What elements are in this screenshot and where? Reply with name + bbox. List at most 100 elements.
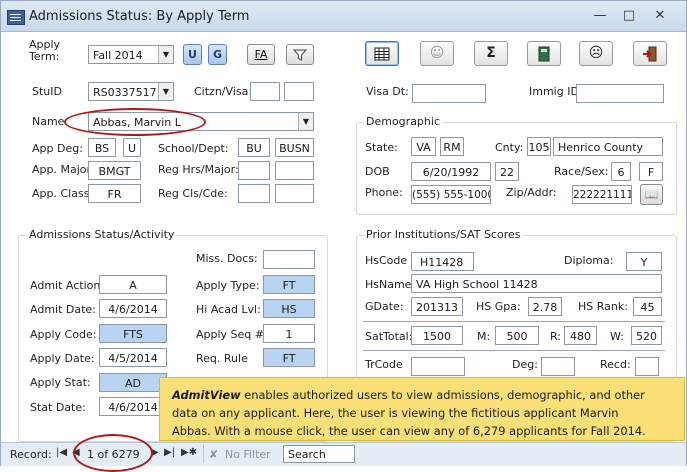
admissions-status-window: Admissions Status: By Apply Term — □ ✕ A… (0, 0, 687, 472)
sad-button[interactable]: ☹ (579, 41, 613, 66)
happy-button[interactable]: ☺ (420, 41, 454, 66)
admit-date-field[interactable]: 4/6/2014 (99, 299, 167, 318)
region-field[interactable]: RM (440, 137, 464, 156)
record-label: Record: (10, 448, 52, 461)
notes-button[interactable] (527, 41, 561, 66)
chevron-down-icon[interactable]: ▼ (298, 113, 313, 130)
deg-field[interactable] (541, 357, 575, 376)
recd-field[interactable] (635, 357, 659, 376)
app-major-field[interactable]: BMGT (88, 161, 141, 180)
sat-divider (363, 321, 665, 322)
totals-button[interactable]: Σ (474, 41, 508, 66)
hs-rank-field[interactable]: 45 (633, 297, 662, 316)
diploma-label: Diploma: (564, 254, 614, 267)
nav-divider (203, 445, 204, 463)
visa-field[interactable] (284, 82, 314, 101)
sat-math-label: M: (477, 330, 491, 343)
apply-term-select[interactable]: Fall 2014 ▼ (88, 45, 174, 64)
sat-reading-label: R: (550, 330, 562, 343)
apply-type-field[interactable]: FT (263, 275, 315, 294)
admit-action-label: Admit Action: (30, 279, 105, 292)
diploma-field[interactable]: Y (626, 252, 662, 271)
app-deg-field[interactable]: BS (88, 138, 116, 157)
age-field[interactable]: 22 (495, 162, 519, 181)
reg-cls-field[interactable] (238, 184, 270, 203)
app-deg-label: App Deg: (32, 142, 83, 155)
apply-term-value: Fall 2014 (93, 49, 143, 62)
sat-math-field[interactable]: 500 (495, 326, 539, 345)
school-field[interactable]: BU (238, 138, 270, 157)
exit-button[interactable] (633, 41, 667, 66)
app-class-field[interactable]: FR (88, 184, 141, 203)
req-rule-field[interactable]: FT (263, 348, 315, 367)
book-icon (538, 46, 550, 62)
apply-type-label: Apply Type: (196, 279, 260, 292)
undergrad-button[interactable]: U (183, 44, 202, 65)
apply-seq-field[interactable]: 1 (263, 324, 315, 343)
sattotal-field[interactable]: 1500 (411, 326, 463, 345)
hscode-label: HsCode (365, 254, 408, 267)
dob-field[interactable]: 6/20/1992 (411, 162, 491, 181)
reg-cde-field[interactable] (275, 184, 314, 203)
citzn-field[interactable] (250, 82, 280, 101)
maximize-icon[interactable]: □ (615, 7, 643, 25)
immig-id-field[interactable] (576, 84, 664, 103)
trcode-field[interactable] (411, 357, 465, 376)
exit-icon (643, 46, 657, 62)
admit-date-label: Admit Date: (30, 303, 96, 316)
filter-button[interactable] (286, 44, 314, 65)
stat-date-field[interactable]: 4/6/2014 (99, 397, 167, 416)
hs-gpa-field[interactable]: 2.78 (528, 297, 562, 316)
datasheet-button[interactable] (365, 41, 399, 66)
stat-date-label: Stat Date: (30, 401, 86, 414)
app-deg-level-field[interactable]: U (123, 138, 141, 157)
state-label: State: (365, 141, 398, 154)
hi-acad-lvl-field[interactable]: HS (263, 299, 315, 318)
admit-action-field[interactable]: A (99, 275, 167, 294)
no-filter-label[interactable]: No Filter (225, 448, 271, 461)
sat-reading-field[interactable]: 480 (564, 326, 597, 345)
dept-field[interactable]: BUSN (275, 138, 314, 157)
chevron-down-icon[interactable]: ▼ (158, 46, 173, 63)
dob-label: DOB (365, 165, 390, 178)
reg-major-field[interactable] (275, 161, 314, 180)
sat-writing-field[interactable]: 520 (631, 326, 662, 345)
phone-field[interactable]: (555) 555-1000 (411, 185, 491, 204)
fa-button[interactable]: FA (247, 44, 275, 65)
apply-term-label-2: Term: (29, 50, 60, 63)
race-field[interactable]: 6 (611, 162, 631, 181)
sex-field[interactable]: F (639, 162, 663, 181)
hscode-field[interactable]: H11428 (411, 252, 474, 271)
minimize-icon[interactable]: — (586, 7, 614, 25)
address-book-button[interactable]: 📖 (640, 184, 663, 205)
deg-label: Deg: (512, 358, 538, 371)
miss-docs-field[interactable] (263, 250, 315, 269)
cnty-name-field[interactable]: Henrico County (553, 137, 663, 156)
record-highlight-ring (73, 434, 153, 472)
phone-label: Phone: (365, 186, 403, 199)
grad-button[interactable]: G (208, 44, 227, 65)
apply-stat-field[interactable]: AD (99, 373, 167, 392)
new-record-icon[interactable]: ▶✱ (181, 447, 197, 458)
cnty-code-field[interactable]: 105 (527, 137, 551, 156)
chevron-down-icon[interactable]: ▼ (158, 83, 173, 100)
race-sex-label: Race/Sex: (554, 165, 609, 178)
apply-date-label: Apply Date: (30, 352, 95, 365)
hsname-field[interactable]: VA High School 11428 (411, 274, 662, 293)
state-field[interactable]: VA (411, 137, 436, 156)
apply-code-field[interactable]: FTS (99, 324, 167, 343)
search-input[interactable]: Search (283, 445, 355, 463)
zip-field[interactable]: 222221111 (572, 185, 632, 204)
app-major-label: App. Major: (32, 163, 95, 176)
admissions-title: Admissions Status/Activity (27, 228, 177, 241)
sigma-icon: Σ (486, 45, 496, 61)
visa-dt-field[interactable] (412, 84, 486, 103)
reg-hrs-field[interactable] (238, 161, 270, 180)
gdate-field[interactable]: 201313 (411, 297, 463, 316)
first-record-icon[interactable]: |◀ (56, 447, 67, 458)
stuid-select[interactable]: RS0337517 ▼ (88, 82, 174, 101)
close-icon[interactable]: ✕ (646, 7, 674, 25)
last-record-icon[interactable]: ▶| (164, 447, 175, 458)
annotation-app-name: AdmitView (172, 388, 241, 402)
apply-date-field[interactable]: 4/5/2014 (99, 348, 167, 367)
